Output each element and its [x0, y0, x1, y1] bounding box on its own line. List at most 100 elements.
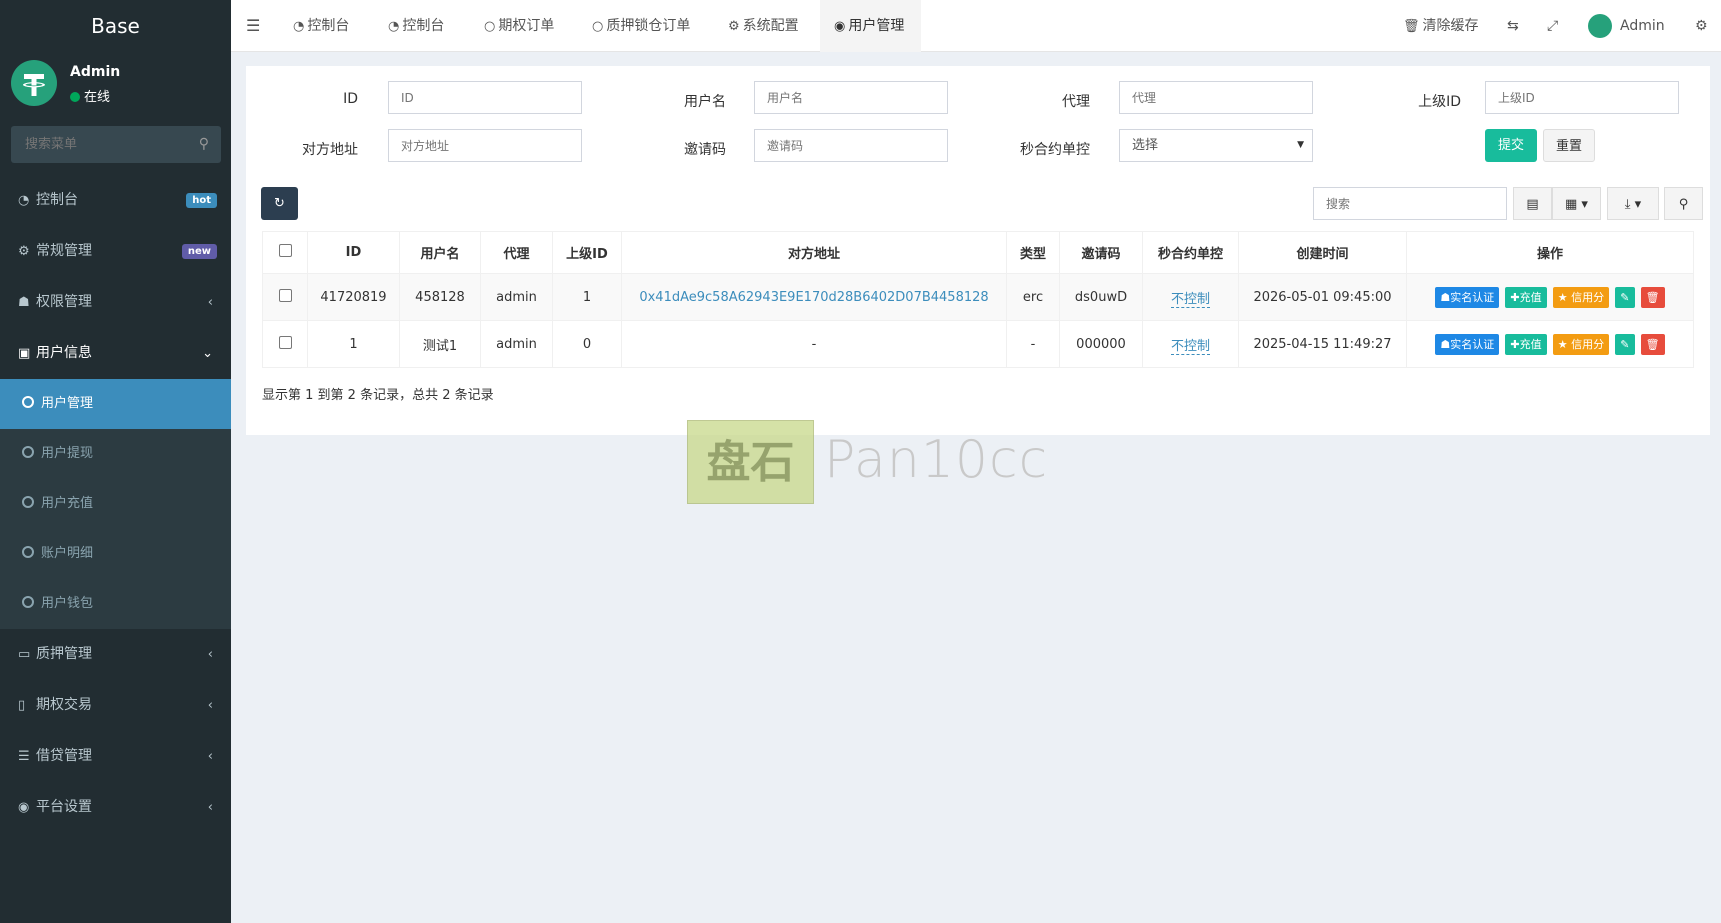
sidebar-item-recharge[interactable]: 用户充值	[0, 479, 231, 529]
sidebar-item-userinfo[interactable]: ▣ 用户信息 ⌄	[0, 328, 231, 379]
tab-dashboard-2[interactable]: ◔ 控制台	[388, 0, 444, 52]
table-row: 41720819 458128 admin 1 0x41dAe9c58A6294…	[262, 273, 1694, 321]
sidebar-item-staking[interactable]: ▭ 质押管理 ‹	[0, 629, 231, 680]
control-select[interactable]: 选择 ▼	[1119, 129, 1313, 162]
control-editable[interactable]: 不控制	[1170, 291, 1210, 308]
dashboard-icon: ◔	[293, 19, 305, 34]
control-label: 秒合约单控	[1020, 142, 1090, 158]
circle-icon	[22, 396, 34, 408]
control-select-value: 选择	[1132, 138, 1159, 153]
sidebar-item-withdraw[interactable]: 用户提现	[0, 429, 231, 479]
fullscreen-icon[interactable]: ⤢	[1547, 0, 1558, 52]
sidebar-item-loans[interactable]: ☰ 借贷管理 ‹	[0, 731, 231, 782]
table-search-input[interactable]	[1313, 187, 1507, 220]
tab-staking-orders[interactable]: ○ 质押锁仓订单	[592, 0, 690, 52]
watermark-logo: 盘石	[687, 420, 814, 504]
parent-id-input[interactable]	[1485, 81, 1679, 114]
delete-button[interactable]: 🗑	[1640, 286, 1665, 308]
credit-button[interactable]: ★ 信用分	[1552, 333, 1610, 355]
col-parent-id[interactable]: 上级ID	[552, 231, 622, 274]
verify-button[interactable]: ☗实名认证	[1435, 286, 1500, 308]
cogs-icon: ⚙	[18, 244, 30, 259]
row-select-cell	[262, 273, 308, 321]
search-toggle-button[interactable]: ⚲	[1664, 187, 1703, 220]
username-label: 用户名	[684, 94, 726, 110]
tab-label: 质押锁仓订单	[606, 18, 691, 34]
verify-button[interactable]: ☗实名认证	[1435, 333, 1500, 355]
select-all-checkbox[interactable]	[278, 244, 292, 257]
address-input[interactable]	[388, 129, 582, 162]
refresh-button[interactable]: ↻	[261, 187, 298, 220]
edit-button[interactable]: ✎	[1615, 286, 1635, 308]
sidebar-item-options[interactable]: ▯ 期权交易 ‹	[0, 680, 231, 731]
menu-search[interactable]: ⚲	[11, 126, 221, 163]
cell-control: 不控制	[1142, 273, 1239, 321]
admin-menu[interactable]: Admin	[1588, 0, 1665, 52]
col-username[interactable]: 用户名	[399, 231, 481, 274]
circle-icon	[22, 496, 34, 508]
recharge-button[interactable]: ✚充值	[1505, 333, 1547, 355]
sidebar-item-label: 借贷管理	[36, 748, 92, 764]
col-type[interactable]: 类型	[1006, 231, 1060, 274]
invite-label: 邀请码	[684, 142, 726, 158]
sidebar-item-platform[interactable]: ◉ 平台设置 ‹	[0, 782, 231, 833]
tab-system-config[interactable]: ⚙ 系统配置	[728, 0, 799, 52]
columns-button[interactable]: ▦ ▾	[1552, 187, 1601, 220]
address-link[interactable]: 0x41dAe9c58A62943E9E170d28B6402D07B44581…	[639, 290, 988, 305]
edit-button[interactable]: ✎	[1615, 333, 1635, 355]
brand-logo[interactable]: Base	[0, 0, 231, 52]
col-address[interactable]: 对方地址	[621, 231, 1007, 274]
sidebar-item-auth[interactable]: ☗ 权限管理 ‹	[0, 277, 231, 328]
recharge-button[interactable]: ✚充值	[1505, 286, 1547, 308]
tab-dashboard-1[interactable]: ◔ 控制台	[293, 0, 349, 52]
sidebar-item-wallet[interactable]: 用户钱包	[0, 579, 231, 629]
sidebar-item-label: 期权交易	[36, 697, 92, 713]
online-dot-icon	[70, 92, 80, 102]
clear-cache-label: 清除缓存	[1422, 18, 1479, 34]
id-input[interactable]	[388, 81, 582, 114]
col-control[interactable]: 秒合约单控	[1142, 231, 1239, 274]
credit-button[interactable]: ★ 信用分	[1552, 286, 1610, 308]
chevron-left-icon: ‹	[207, 647, 213, 662]
translate-icon[interactable]: ⇆	[1507, 0, 1519, 52]
chevron-left-icon: ‹	[207, 749, 213, 764]
recharge-label: 充值	[1519, 290, 1542, 304]
row-checkbox[interactable]	[278, 335, 292, 349]
sidebar-item-dashboard[interactable]: ◔ 控制台 hot	[0, 175, 231, 226]
reset-button[interactable]: 重置	[1543, 129, 1595, 162]
col-agent[interactable]: 代理	[480, 231, 553, 274]
new-badge: new	[181, 244, 217, 259]
submit-button[interactable]: 提交	[1485, 129, 1537, 162]
col-id[interactable]: ID	[307, 231, 400, 274]
id-label: ID	[343, 91, 358, 107]
control-editable[interactable]: 不控制	[1170, 338, 1210, 355]
menu-toggle-icon[interactable]: ☰	[246, 0, 260, 52]
export-button[interactable]: ⤓ ▾	[1607, 187, 1659, 220]
toggle-view-button[interactable]: ▤	[1513, 187, 1552, 220]
sidebar-item-user-management[interactable]: 用户管理	[0, 379, 231, 429]
tab-user-management[interactable]: ◉ 用户管理	[820, 0, 921, 52]
delete-button[interactable]: 🗑	[1640, 333, 1665, 355]
tab-label: 期权订单	[498, 18, 555, 34]
clear-cache-button[interactable]: 🗑 清除缓存	[1403, 0, 1479, 52]
sidebar-item-account-detail[interactable]: 账户明细	[0, 529, 231, 579]
hot-badge: hot	[186, 193, 217, 208]
verify-label: 实名认证	[1450, 337, 1495, 351]
tab-label: 系统配置	[742, 18, 799, 34]
agent-input[interactable]	[1119, 81, 1313, 114]
cell-id: 1	[307, 320, 400, 368]
search-icon[interactable]: ⚲	[199, 136, 209, 152]
username-input[interactable]	[754, 81, 948, 114]
col-created[interactable]: 创建时间	[1238, 231, 1407, 274]
tab-options-orders[interactable]: ○ 期权订单	[484, 0, 554, 52]
cell-invite: ds0uwD	[1059, 273, 1143, 321]
credit-label: 信用分	[1571, 290, 1605, 304]
menu-search-input[interactable]	[11, 126, 181, 163]
invite-input[interactable]	[754, 129, 948, 162]
submenu-userinfo: 用户管理 用户提现 用户充值 账户明细 用户钱包	[0, 379, 231, 629]
sidebar-item-general[interactable]: ⚙ 常规管理 new	[0, 226, 231, 277]
col-invite[interactable]: 邀请码	[1059, 231, 1143, 274]
credit-label: 信用分	[1571, 337, 1605, 351]
settings-icon[interactable]: ⚙	[1695, 0, 1708, 52]
row-checkbox[interactable]	[278, 288, 292, 302]
